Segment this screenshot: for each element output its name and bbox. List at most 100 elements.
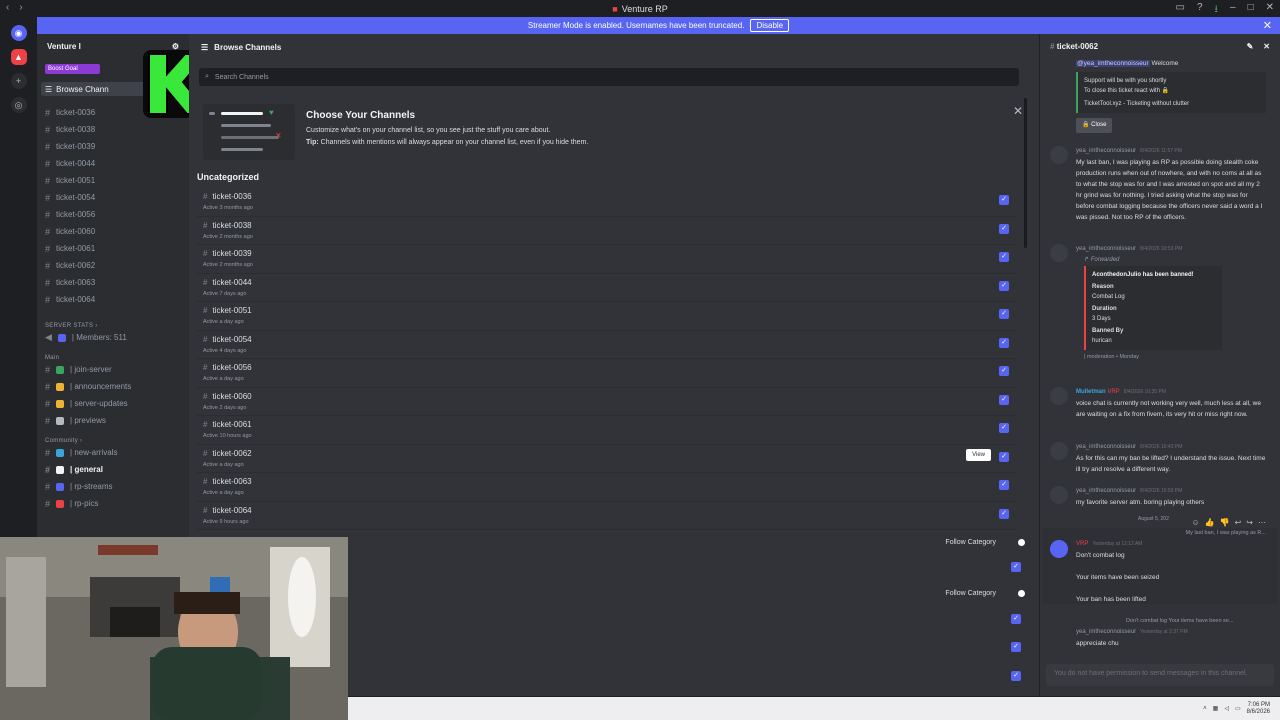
channel-activity: Active a day ago [203, 490, 244, 496]
channel-checkbox[interactable]: ✓ [999, 480, 1009, 490]
network-icon[interactable]: ▦ [1213, 705, 1219, 712]
banner-close-icon[interactable]: ✕ [1263, 19, 1272, 32]
view-button[interactable]: View [966, 448, 991, 461]
channel-row[interactable]: # ticket-0056 Active a day ago ✓ [197, 359, 1017, 388]
channel-checkbox[interactable]: ✓ [999, 280, 1009, 291]
channel-row[interactable]: # ticket-0061 Active 10 hours ago ✓ [197, 416, 1017, 445]
thumbs-up-icon[interactable]: 👍 [1205, 518, 1215, 527]
reply-icon[interactable]: ↩ [1235, 518, 1242, 527]
channel-row[interactable]: # ticket-0063 Active a day ago ✓ [197, 473, 1017, 502]
more-icon[interactable]: ⋯ [1258, 518, 1266, 527]
category-server-stats[interactable]: SERVER STATS › [37, 314, 189, 329]
forward-icon[interactable]: › [19, 2, 22, 13]
message: yea_imtheconnoisseur 8/4/2026 10:43 PM As… [1076, 444, 1266, 473]
avatar[interactable] [1050, 387, 1068, 405]
hash-icon: # [45, 175, 51, 186]
react-icon[interactable]: ☺ [1191, 518, 1199, 527]
avatar[interactable] [1050, 146, 1068, 164]
forward-source[interactable]: | moderation • Monday [1084, 352, 1266, 363]
members-stat-channel[interactable]: ◀ | Members: 511 [37, 329, 189, 346]
channel-checkbox[interactable]: ✓ [999, 366, 1009, 376]
webcam-feed-image [0, 537, 348, 720]
sidebar-item-community-2[interactable]: # | rp-streams [37, 478, 189, 495]
clock[interactable]: 7:06 PM 8/6/2026 [1247, 702, 1270, 716]
forward-msg-icon[interactable]: ↪ [1246, 518, 1253, 527]
sidebar-item-ticket-0062[interactable]: # ticket-0062 [37, 257, 189, 274]
channel-row[interactable]: # ticket-0039 Active 2 months ago ✓ [197, 245, 1017, 274]
channel-row[interactable]: # ticket-0054 Active 4 days ago ✓ [197, 331, 1017, 359]
sidebar-item-ticket-0051[interactable]: # ticket-0051 [37, 172, 189, 189]
close-card-icon[interactable]: ✕ [1013, 104, 1023, 118]
sidebar-item-ticket-0044[interactable]: # ticket-0044 [37, 155, 189, 172]
channel-row[interactable]: # ticket-0060 Active 2 days ago ✓ [197, 388, 1017, 416]
sidebar-item-community-1[interactable]: # | general [37, 461, 189, 478]
channel-row[interactable]: # ticket-0044 Active 7 days ago ✓ [197, 274, 1017, 302]
channel-row[interactable]: # ticket-0051 Active a day ago ✓ [197, 302, 1017, 331]
channel-checkbox[interactable]: ✓ [999, 195, 1009, 205]
channel-checkbox[interactable]: ✓ [999, 337, 1009, 348]
main-scrollbar[interactable] [1024, 98, 1027, 248]
avatar[interactable] [1050, 486, 1068, 504]
discord-home-icon[interactable]: ◉ [10, 25, 27, 41]
channel-checkbox[interactable]: ✓ [999, 423, 1009, 433]
channel-row[interactable]: # ticket-0064 Active 9 hours ago ✓ [197, 502, 1017, 530]
channel-checkbox[interactable]: ✓ [1011, 614, 1021, 624]
avatar[interactable] [1050, 442, 1068, 460]
sidebar-item-ticket-0060[interactable]: # ticket-0060 [37, 223, 189, 240]
channel-row[interactable]: # ticket-0062 Active a day ago ✓ View [197, 445, 1017, 473]
hash-icon: # [203, 391, 208, 401]
thumbs-down-icon[interactable]: 👎 [1220, 518, 1230, 527]
follow-toggle[interactable] [1018, 590, 1025, 597]
sidebar-item-main-2[interactable]: # | server-updates [37, 395, 189, 412]
channel-row[interactable]: # ticket-0038 Active 2 months ago ✓ [197, 217, 1017, 245]
os-taskbar: ˄ ▦ ◁ ▭ 7:06 PM 8/6/2026 [348, 697, 1280, 720]
bot-avatar[interactable] [1050, 540, 1068, 558]
add-server-icon[interactable]: + [10, 73, 27, 89]
sidebar-item-ticket-0039[interactable]: # ticket-0039 [37, 138, 189, 155]
sidebar-item-ticket-0054[interactable]: # ticket-0054 [37, 189, 189, 206]
channel-checkbox[interactable]: ✓ [1011, 671, 1021, 681]
avatar[interactable] [1050, 244, 1068, 262]
sidebar-item-main-1[interactable]: # | announcements [37, 378, 189, 395]
discover-icon[interactable]: ◎ [10, 97, 27, 113]
disable-streamer-button[interactable]: Disable [750, 19, 790, 32]
close-ticket-button[interactable]: 🔒 Close [1076, 118, 1113, 133]
sidebar-item-ticket-0063[interactable]: # ticket-0063 [37, 274, 189, 291]
sidebar-item-ticket-0061[interactable]: # ticket-0061 [37, 240, 189, 257]
follow-category-row-1[interactable]: Follow Category [945, 539, 1025, 546]
channel-emoji-icon [56, 399, 65, 408]
boost-goal-bar[interactable]: Boost Goal [45, 64, 100, 74]
window-titlebar: ‹ › ■ Venture RP ▭ ? ⭳ – □ ✕ [0, 0, 1280, 17]
channel-checkbox[interactable]: ✓ [1011, 562, 1021, 572]
hash-icon: # [45, 364, 51, 375]
battery-icon[interactable]: ▭ [1235, 705, 1241, 712]
hash-icon: # [203, 420, 208, 429]
category-main[interactable]: Main [37, 346, 189, 361]
mention[interactable]: @yea_imtheconnoisseur [1076, 60, 1150, 67]
channel-checkbox[interactable]: ✓ [999, 309, 1009, 319]
category-community[interactable]: Community › [37, 429, 189, 444]
tray-up-icon[interactable]: ˄ [1203, 706, 1207, 712]
follow-toggle[interactable] [1018, 539, 1025, 546]
sidebar-item-ticket-0064[interactable]: # ticket-0064 [37, 291, 189, 308]
venture-server-icon[interactable]: ▲ [10, 49, 27, 65]
sidebar-item-main-3[interactable]: # | previews [37, 412, 189, 429]
close-thread-icon[interactable]: ✕ [1263, 42, 1270, 52]
channel-checkbox[interactable]: ✓ [999, 508, 1009, 519]
channel-activity: Active 10 hours ago [203, 433, 252, 439]
channel-row[interactable]: # ticket-0036 Active 3 months ago ✓ [197, 188, 1017, 217]
channel-checkbox[interactable]: ✓ [999, 252, 1009, 262]
pin-icon[interactable]: ✎ [1247, 42, 1254, 52]
volume-icon[interactable]: ◁ [1224, 705, 1229, 712]
channel-checkbox[interactable]: ✓ [999, 394, 1009, 405]
sidebar-item-community-0[interactable]: # | new-arrivals [37, 444, 189, 461]
sidebar-item-community-3[interactable]: # | rp-pics [37, 495, 189, 512]
channel-checkbox[interactable]: ✓ [999, 223, 1009, 234]
channel-checkbox[interactable]: ✓ [999, 451, 1009, 462]
sidebar-item-ticket-0056[interactable]: # ticket-0056 [37, 206, 189, 223]
search-input[interactable]: ⌕ Search Channels [199, 68, 1019, 86]
back-icon[interactable]: ‹ [6, 2, 9, 13]
channel-checkbox[interactable]: ✓ [1011, 642, 1021, 652]
follow-category-row-2[interactable]: Follow Category [945, 590, 1025, 597]
sidebar-item-main-0[interactable]: # | join-server [37, 361, 189, 378]
